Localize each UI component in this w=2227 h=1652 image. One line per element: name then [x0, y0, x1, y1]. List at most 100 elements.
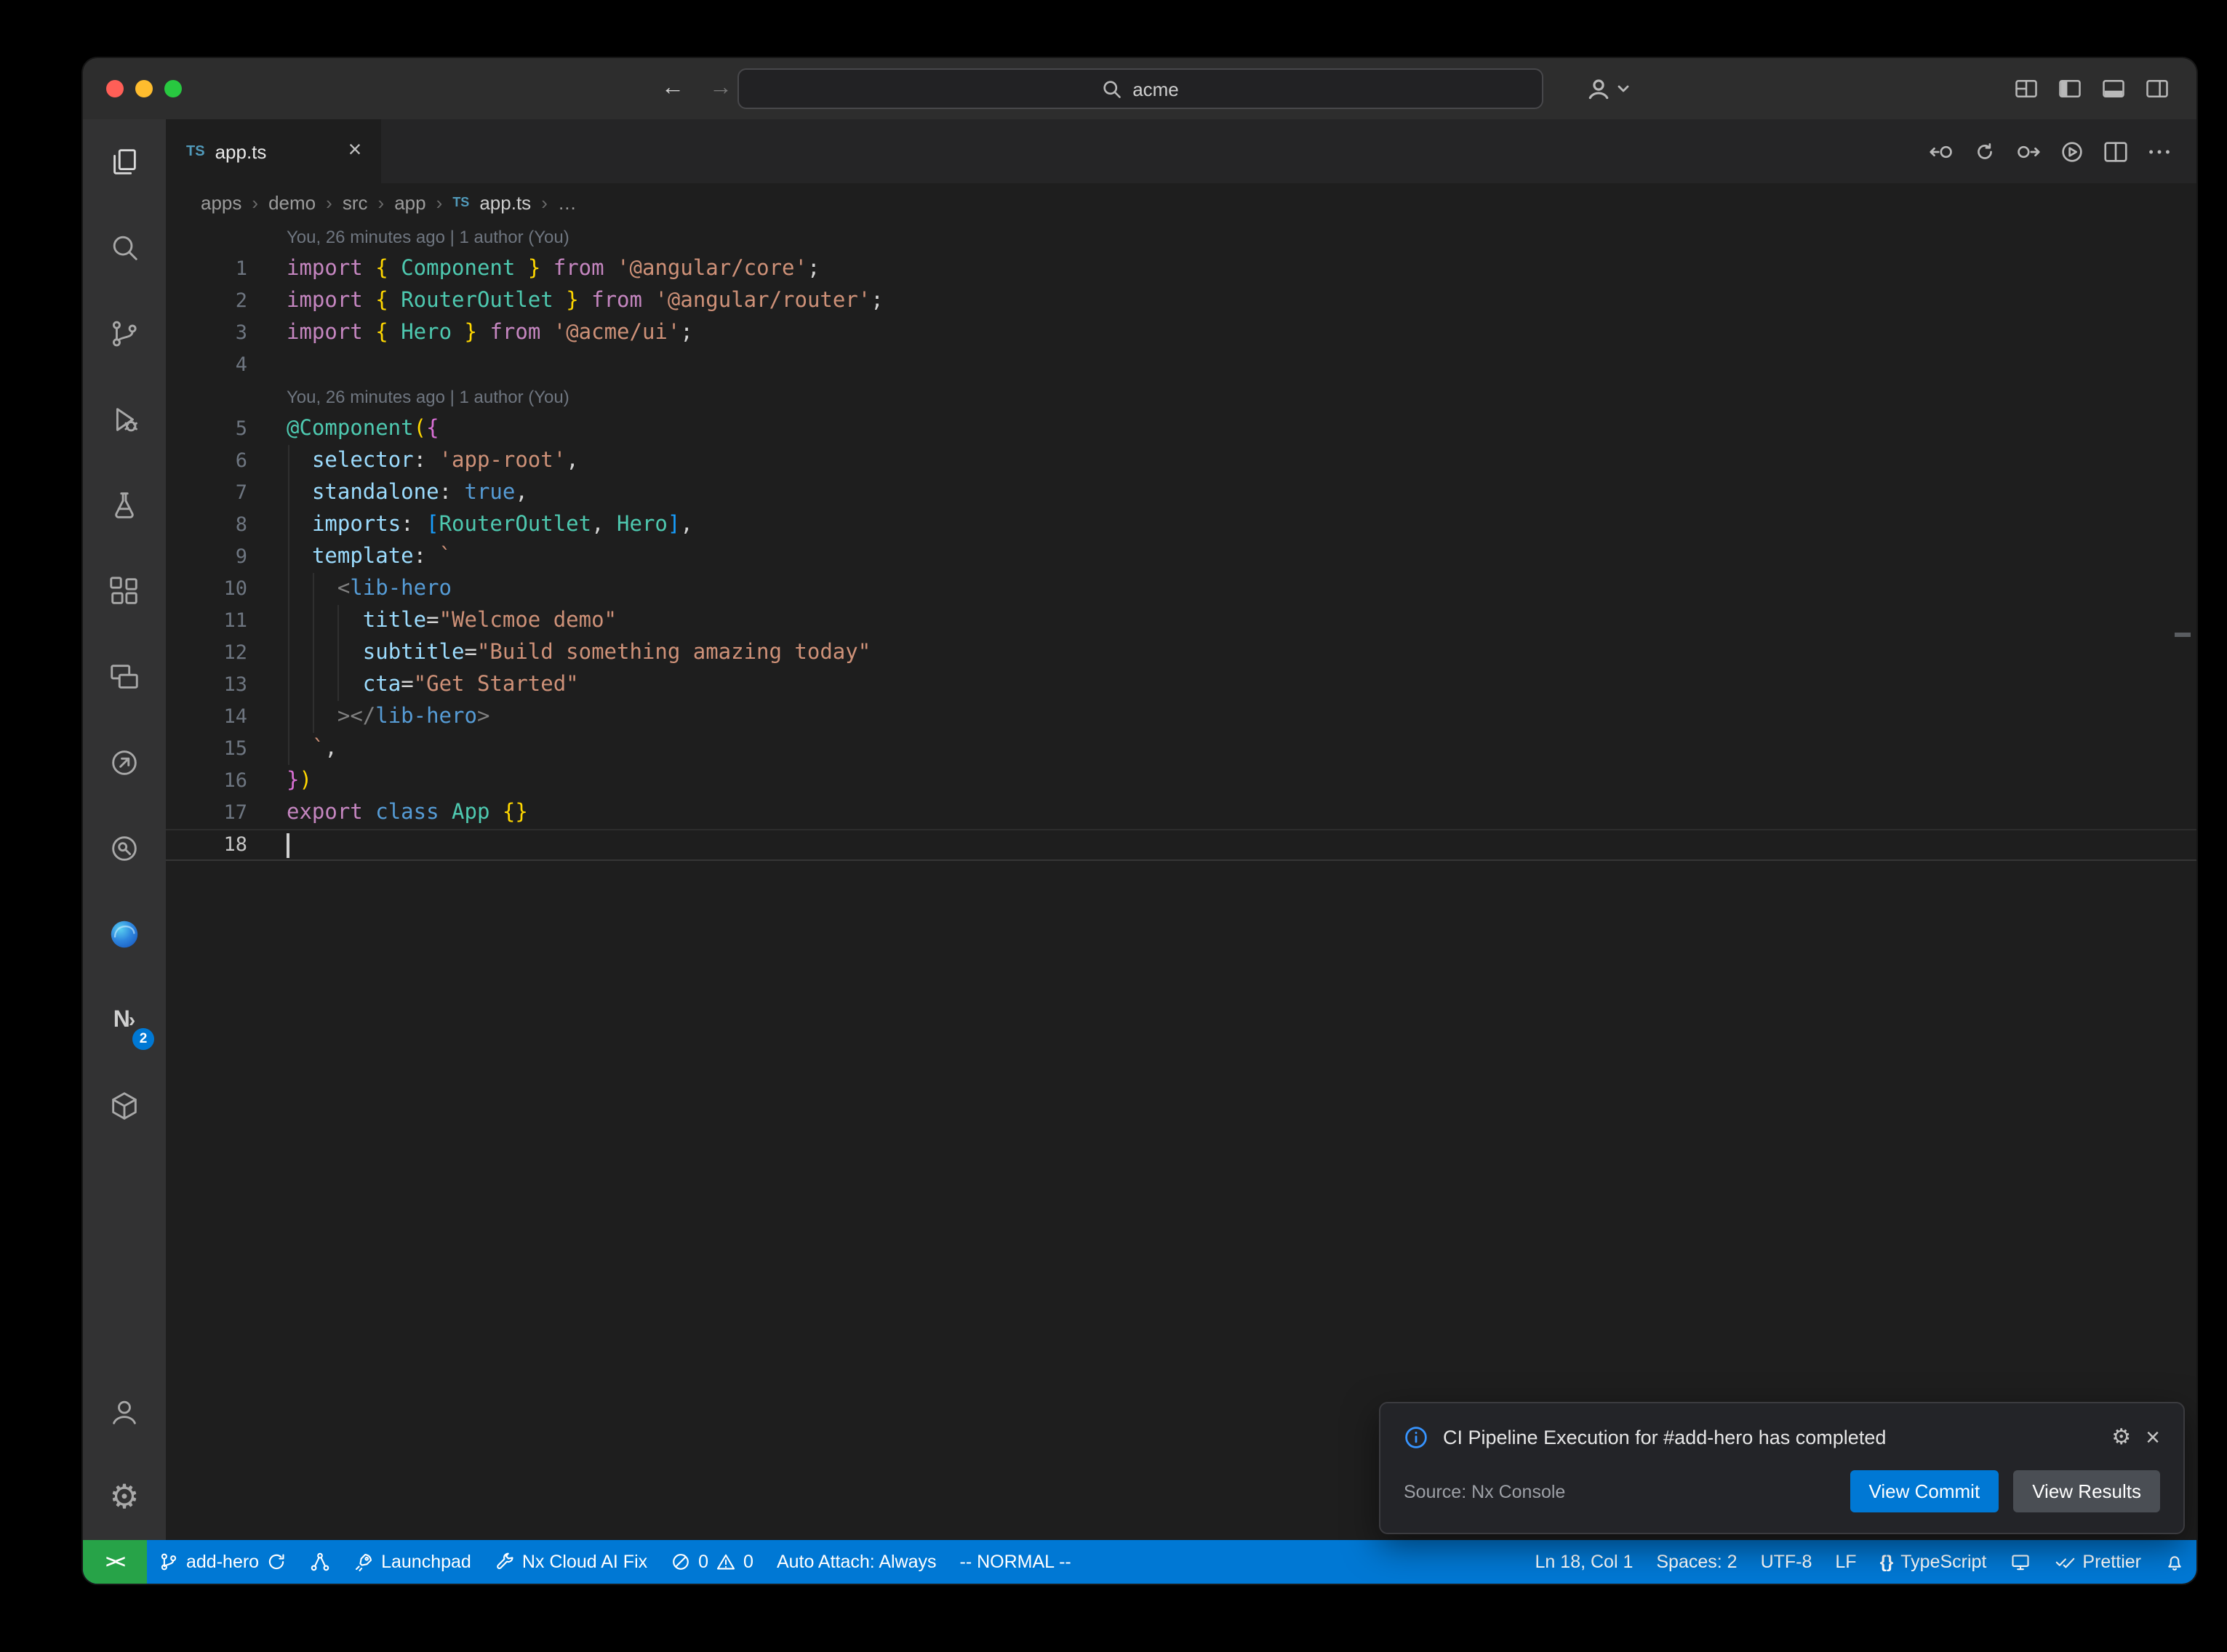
- breadcrumb-item[interactable]: app.ts: [479, 191, 531, 213]
- code-line[interactable]: 10 <lib-hero: [166, 573, 2196, 605]
- status-remote-window[interactable]: [1998, 1540, 2042, 1584]
- prev-change-icon[interactable]: [1927, 137, 1955, 165]
- status-branch[interactable]: add-hero: [147, 1540, 298, 1584]
- back-icon[interactable]: ←: [661, 76, 684, 102]
- code-line[interactable]: 13 cta="Get Started": [166, 669, 2196, 701]
- forward-icon[interactable]: →: [709, 76, 732, 102]
- next-change-icon[interactable]: [2015, 137, 2042, 165]
- code-line[interactable]: 4: [166, 349, 2196, 381]
- status-prettier[interactable]: Prettier: [2042, 1540, 2153, 1584]
- code-line[interactable]: 2import { RouterOutlet } from '@angular/…: [166, 285, 2196, 317]
- status-launchpad[interactable]: Launchpad: [342, 1540, 483, 1584]
- line-number[interactable]: 8: [166, 509, 287, 541]
- typescript-file-icon: TS: [186, 143, 205, 159]
- activity-extensions[interactable]: [83, 548, 166, 634]
- code-line[interactable]: 1import { Component } from '@angular/cor…: [166, 253, 2196, 285]
- status-cursor-position[interactable]: Ln 18, Col 1: [1524, 1540, 1645, 1584]
- run-file-icon[interactable]: [2058, 137, 2086, 165]
- code-line[interactable]: 7 standalone: true,: [166, 477, 2196, 509]
- warning-count: 0: [743, 1552, 753, 1572]
- toggle-sidebar-left-icon[interactable]: [2057, 76, 2083, 102]
- activity-remote-explorer[interactable]: [83, 634, 166, 720]
- activity-search[interactable]: [83, 205, 166, 291]
- activity-accounts[interactable]: [83, 1368, 166, 1454]
- status-language[interactable]: {} TypeScript: [1868, 1540, 1999, 1584]
- status-vim-mode[interactable]: -- NORMAL --: [948, 1540, 1083, 1584]
- line-number[interactable]: 4: [166, 349, 287, 381]
- code-line[interactable]: 8 imports: [RouterOutlet, Hero],: [166, 509, 2196, 541]
- close-window-button[interactable]: [106, 80, 124, 97]
- toggle-sidebar-right-icon[interactable]: [2144, 76, 2170, 102]
- activity-settings[interactable]: ⚙: [83, 1454, 166, 1540]
- activity-edge-devtools[interactable]: [83, 891, 166, 977]
- line-number[interactable]: 7: [166, 477, 287, 509]
- refresh-icon[interactable]: [1971, 137, 1999, 165]
- split-editor-icon[interactable]: [2102, 137, 2130, 165]
- line-number[interactable]: 5: [166, 413, 287, 445]
- zoom-window-button[interactable]: [164, 80, 182, 97]
- remote-indicator[interactable]: ><: [83, 1540, 147, 1584]
- line-number[interactable]: 3: [166, 317, 287, 349]
- line-number[interactable]: 14: [166, 701, 287, 733]
- line-number[interactable]: 1: [166, 253, 287, 285]
- tab-app-ts[interactable]: TS app.ts ×: [166, 119, 381, 183]
- status-encoding[interactable]: UTF-8: [1749, 1540, 1824, 1584]
- line-number[interactable]: 6: [166, 445, 287, 477]
- code-line[interactable]: 18: [166, 829, 2196, 861]
- activity-run-debug[interactable]: [83, 377, 166, 462]
- activity-explorer[interactable]: [83, 119, 166, 205]
- line-number: [166, 221, 287, 253]
- profile-button[interactable]: [1585, 76, 1630, 102]
- minimize-window-button[interactable]: [135, 80, 153, 97]
- activity-containers[interactable]: [83, 1063, 166, 1149]
- notification-close-icon[interactable]: ×: [2146, 1425, 2160, 1450]
- activity-profiler[interactable]: [83, 720, 166, 806]
- status-nx-cloud[interactable]: Nx Cloud AI Fix: [483, 1540, 659, 1584]
- activity-code-search[interactable]: [83, 806, 166, 891]
- activity-source-control[interactable]: [83, 291, 166, 377]
- files-icon: [108, 145, 141, 179]
- code-line[interactable]: 14 ></lib-hero>: [166, 701, 2196, 733]
- line-number[interactable]: 10: [166, 573, 287, 605]
- status-eol[interactable]: LF: [1823, 1540, 1868, 1584]
- line-number[interactable]: 15: [166, 733, 287, 765]
- code-line[interactable]: 3import { Hero } from '@acme/ui';: [166, 317, 2196, 349]
- line-number[interactable]: 12: [166, 637, 287, 669]
- code-line[interactable]: 16}): [166, 765, 2196, 797]
- view-commit-button[interactable]: View Commit: [1850, 1470, 1999, 1512]
- status-indentation[interactable]: Spaces: 2: [1644, 1540, 1748, 1584]
- more-actions-icon[interactable]: [2146, 137, 2173, 165]
- code-line[interactable]: 6 selector: 'app-root',: [166, 445, 2196, 477]
- code-line[interactable]: 11 title="Welcmoe demo": [166, 605, 2196, 637]
- code-line[interactable]: 5@Component({: [166, 413, 2196, 445]
- breadcrumb-item[interactable]: …: [558, 191, 577, 213]
- status-auto-attach[interactable]: Auto Attach: Always: [765, 1540, 948, 1584]
- line-number[interactable]: 9: [166, 541, 287, 573]
- status-graph[interactable]: [298, 1540, 342, 1584]
- status-notifications[interactable]: [2153, 1540, 2196, 1584]
- activity-nx-console[interactable]: N› 2: [83, 977, 166, 1063]
- customize-layout-icon[interactable]: [2013, 76, 2039, 102]
- line-number[interactable]: 16: [166, 765, 287, 797]
- toggle-panel-icon[interactable]: [2100, 76, 2127, 102]
- line-number[interactable]: 11: [166, 605, 287, 637]
- breadcrumb-item[interactable]: app: [394, 191, 425, 213]
- notification-settings-gear-icon[interactable]: ⚙: [2111, 1427, 2131, 1448]
- activity-testing[interactable]: [83, 462, 166, 548]
- line-number[interactable]: 2: [166, 285, 287, 317]
- line-number[interactable]: 18: [166, 829, 287, 861]
- line-number[interactable]: 17: [166, 797, 287, 829]
- code-line[interactable]: 17export class App {}: [166, 797, 2196, 829]
- view-results-button[interactable]: View Results: [2013, 1470, 2160, 1512]
- breadcrumb-item[interactable]: apps: [201, 191, 241, 213]
- command-center[interactable]: acme: [737, 68, 1543, 109]
- breadcrumb-item[interactable]: demo: [268, 191, 316, 213]
- breadcrumb-item[interactable]: src: [343, 191, 368, 213]
- code-line[interactable]: 15 `,: [166, 733, 2196, 765]
- status-problems[interactable]: 0 0: [659, 1540, 765, 1584]
- close-tab-icon[interactable]: ×: [340, 137, 369, 166]
- code-editor[interactable]: You, 26 minutes ago | 1 author (You)1imp…: [166, 221, 2196, 1540]
- line-number[interactable]: 13: [166, 669, 287, 701]
- code-line[interactable]: 9 template: `: [166, 541, 2196, 573]
- code-line[interactable]: 12 subtitle="Build something amazing tod…: [166, 637, 2196, 669]
